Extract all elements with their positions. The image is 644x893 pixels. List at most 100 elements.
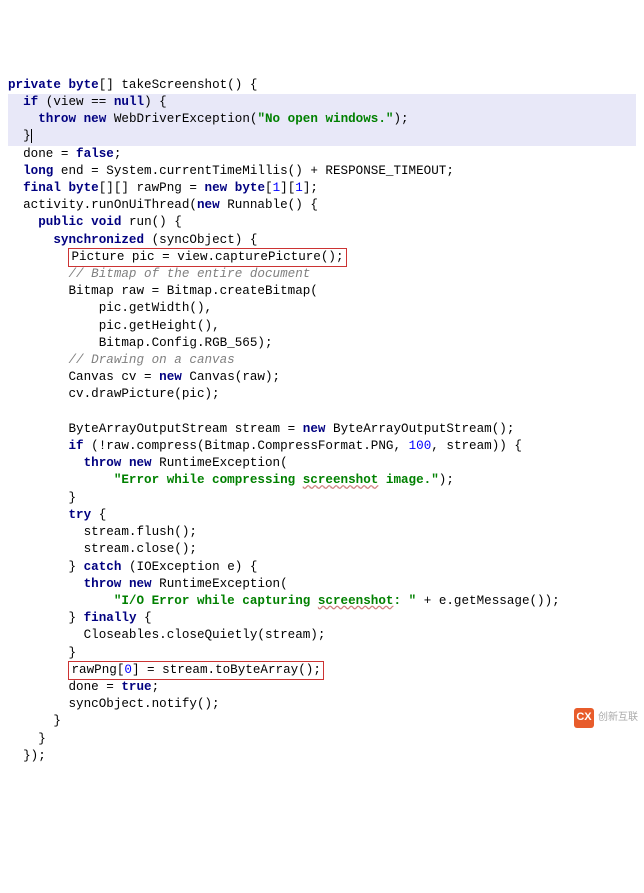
code-text: WebDriverException(: [106, 112, 257, 126]
code-text: ByteArrayOutputStream stream =: [68, 422, 302, 436]
closing-brace: }: [53, 714, 61, 728]
code-line: Bitmap.Config.RGB_565);: [8, 336, 273, 350]
closing-brace: }: [68, 491, 76, 505]
code-text: RuntimeException(: [152, 577, 288, 591]
closing-brace: }: [23, 129, 31, 143]
string-literal: "I/O Error while capturing: [114, 594, 318, 608]
code-text: Closeables.closeQuietly(stream);: [84, 628, 326, 642]
code-text: ][: [280, 181, 295, 195]
keyword-new: new: [303, 422, 326, 436]
code-line: // Bitmap of the entire document: [8, 267, 310, 281]
code-text: + e.getMessage());: [416, 594, 560, 608]
code-text: );: [439, 473, 454, 487]
code-text: [: [265, 181, 273, 195]
keyword-finally: finally: [84, 611, 137, 625]
code-line: });: [8, 749, 46, 763]
code-line: // Drawing on a canvas: [8, 353, 235, 367]
code-text: , stream)) {: [431, 439, 522, 453]
keyword-final: final: [23, 181, 61, 195]
string-literal: "Error while compressing: [114, 473, 303, 487]
code-line: if (!raw.compress(Bitmap.CompressFormat.…: [8, 439, 522, 453]
logo-icon: CX: [574, 708, 594, 728]
code-text: RuntimeException(: [152, 456, 288, 470]
code-text: stream.flush();: [84, 525, 197, 539]
comment: // Drawing on a canvas: [68, 353, 234, 367]
code-line: } finally {: [8, 611, 152, 625]
code-line: done = false;: [8, 147, 121, 161]
code-line: Picture pic = view.capturePicture();: [8, 250, 347, 264]
code-text: (IOException e) {: [121, 560, 257, 574]
number-literal: 100: [409, 439, 432, 453]
code-line: cv.drawPicture(pic);: [8, 387, 220, 401]
spellcheck-error: screenshot: [303, 473, 379, 487]
number-literal: 0: [124, 663, 132, 677]
keyword-false: false: [76, 147, 114, 161]
code-editor[interactable]: private byte[] takeScreenshot() { if (vi…: [8, 77, 636, 765]
code-line: ByteArrayOutputStream stream = new ByteA…: [8, 422, 514, 436]
keyword-public: public: [38, 215, 83, 229]
code-text: Runnable() {: [220, 198, 318, 212]
code-text: (view ==: [38, 95, 114, 109]
code-line: private byte[] takeScreenshot() {: [8, 78, 257, 92]
comment: // Bitmap of the entire document: [68, 267, 310, 281]
keyword-new: new: [159, 370, 182, 384]
code-text: }: [68, 611, 83, 625]
code-text: [] takeScreenshot() {: [99, 78, 258, 92]
code-text: }: [68, 560, 83, 574]
keyword-catch: catch: [84, 560, 122, 574]
highlighted-box: Picture pic = view.capturePicture();: [68, 248, 346, 267]
code-text: {: [91, 508, 106, 522]
code-line: stream.flush();: [8, 525, 197, 539]
keyword-new: new: [129, 577, 152, 591]
code-text: stream.close();: [84, 542, 197, 556]
code-text: ;: [152, 680, 160, 694]
code-line: pic.getHeight(),: [8, 319, 220, 333]
code-line: stream.close();: [8, 542, 197, 556]
code-line: } catch (IOException e) {: [8, 560, 257, 574]
code-text: cv.drawPicture(pic);: [68, 387, 219, 401]
keyword-if: if: [23, 95, 38, 109]
closing-brace: }: [68, 646, 76, 660]
code-line: "Error while compressing screenshot imag…: [8, 473, 454, 487]
highlighted-line: if (view == null) {: [8, 94, 636, 111]
code-text: ;: [114, 147, 122, 161]
code-line: long end = System.currentTimeMillis() + …: [8, 164, 454, 178]
keyword-if: if: [68, 439, 83, 453]
code-text: {: [137, 611, 152, 625]
keyword-long: long: [23, 164, 53, 178]
code-text: run() {: [121, 215, 181, 229]
code-text: Canvas(raw);: [182, 370, 280, 384]
code-text: );: [393, 112, 408, 126]
code-text: [][] rawPng =: [99, 181, 205, 195]
keyword-throw: throw: [84, 577, 122, 591]
code-line: }: [8, 646, 76, 660]
code-line: synchronized (syncObject) {: [8, 233, 257, 247]
code-line: Closeables.closeQuietly(stream);: [8, 628, 325, 642]
code-text: syncObject.notify();: [68, 697, 219, 711]
code-text: });: [23, 749, 46, 763]
code-line: try {: [8, 508, 106, 522]
spellcheck-error: screenshot: [318, 594, 394, 608]
watermark-logo: CX 创新互联: [574, 708, 638, 728]
string-literal: "No open windows.": [257, 112, 393, 126]
code-text: rawPng[: [71, 663, 124, 677]
code-text: Canvas cv =: [68, 370, 159, 384]
keyword-new: new: [84, 112, 107, 126]
code-line: "I/O Error while capturing screenshot: "…: [8, 594, 560, 608]
keyword-new: new: [197, 198, 220, 212]
number-literal: 1: [273, 181, 281, 195]
keyword-throw: throw: [38, 112, 76, 126]
code-line: throw new RuntimeException(: [8, 456, 288, 470]
keyword-synchronized: synchronized: [53, 233, 144, 247]
string-literal: : ": [393, 594, 416, 608]
keyword-private: private: [8, 78, 61, 92]
string-literal: image.": [378, 473, 438, 487]
code-text: pic.getHeight(),: [99, 319, 220, 333]
code-text: end = System.currentTimeMillis() + RESPO…: [53, 164, 454, 178]
keyword-byte: byte: [68, 181, 98, 195]
code-text: done =: [23, 147, 76, 161]
code-text: Bitmap raw = Bitmap.createBitmap(: [68, 284, 317, 298]
keyword-throw: throw: [84, 456, 122, 470]
code-line: rawPng[0] = stream.toByteArray();: [8, 663, 324, 677]
code-text: done =: [68, 680, 121, 694]
